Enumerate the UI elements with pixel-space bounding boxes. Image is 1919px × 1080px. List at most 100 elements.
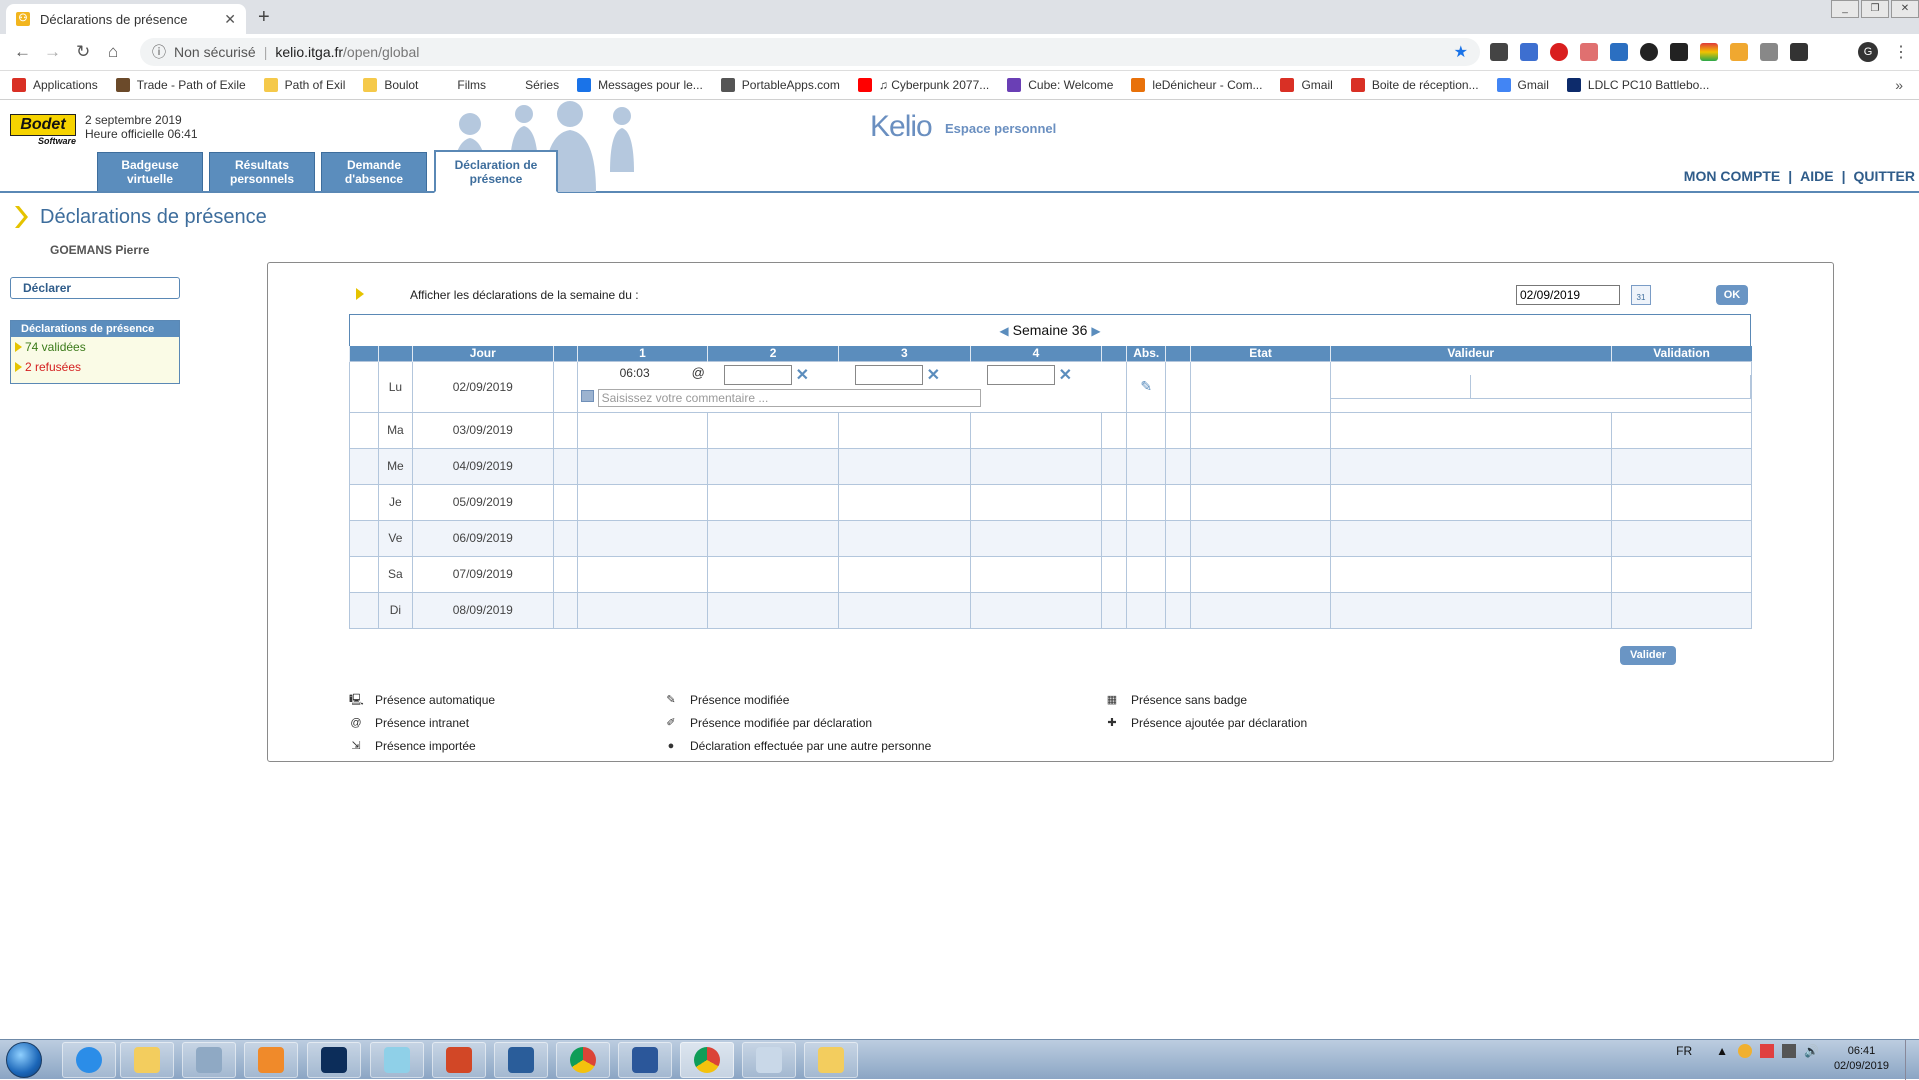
tab-declaration-presence[interactable]: Déclaration deprésence	[434, 150, 558, 193]
extension-icon[interactable]	[1700, 43, 1718, 61]
browser-tab[interactable]: ⚇ Déclarations de présence ✕	[6, 4, 246, 34]
aide-link[interactable]: AIDE	[1800, 168, 1833, 184]
extension-icon[interactable]	[1730, 43, 1748, 61]
bookmark-item[interactable]: Applications	[12, 78, 98, 92]
row-cell	[553, 520, 577, 556]
declarer-button[interactable]: Déclarer	[10, 277, 180, 299]
close-tab-icon[interactable]: ✕	[224, 11, 236, 28]
taskbar-powerpoint-icon[interactable]	[432, 1042, 486, 1078]
bookmark-item[interactable]: Boite de réception...	[1351, 78, 1479, 92]
valider-button[interactable]: Valider	[1620, 646, 1676, 665]
bookmark-item[interactable]: Films	[436, 78, 486, 92]
taskbar-paint-icon[interactable]	[742, 1042, 796, 1078]
taskbar-explorer-icon[interactable]	[120, 1042, 174, 1078]
week-date-input[interactable]	[1516, 285, 1620, 305]
table-row[interactable]: Ve06/09/2019	[350, 520, 1752, 556]
bookmark-item[interactable]: ♫ Cyberpunk 2077...	[858, 78, 989, 92]
tray-network-icon[interactable]	[1782, 1044, 1796, 1058]
extension-icon[interactable]	[1670, 43, 1688, 61]
start-button[interactable]	[6, 1042, 42, 1078]
bookmark-item[interactable]: Cube: Welcome	[1007, 78, 1113, 92]
date-cell: 03/09/2019	[412, 412, 553, 448]
minimize-button[interactable]: _	[1831, 0, 1859, 18]
table-row[interactable]: Di08/09/2019	[350, 592, 1752, 628]
taskbar-chrome-icon[interactable]	[556, 1042, 610, 1078]
table-row[interactable]: Me04/09/2019	[350, 448, 1752, 484]
info-icon[interactable]: ⓘ	[152, 42, 166, 62]
bookmark-item[interactable]: Boulot	[363, 78, 418, 92]
taskbar-app-icon[interactable]	[804, 1042, 858, 1078]
taskbar-ie-icon[interactable]	[62, 1042, 116, 1078]
forward-icon[interactable]: →	[44, 42, 61, 62]
tray-expand-icon[interactable]: ▲	[1716, 1044, 1728, 1058]
taskbar-chrome-active-icon[interactable]	[680, 1042, 734, 1078]
url-field[interactable]: ⓘ Non sécurisé | kelio.itga.fr/open/glob…	[140, 38, 1480, 66]
bookmark-item[interactable]: LDLC PC10 Battlebo...	[1567, 78, 1709, 92]
clear-time-3-icon[interactable]: ✕	[927, 365, 940, 385]
quitter-link[interactable]: QUITTER	[1854, 168, 1915, 184]
tray-volume-icon[interactable]: 🔊	[1804, 1044, 1819, 1058]
extension-icon[interactable]	[1640, 43, 1658, 61]
week-label: Semaine 36	[1013, 322, 1088, 338]
tray-flag-icon[interactable]	[1760, 1044, 1774, 1058]
next-week-icon[interactable]: ▶	[1091, 324, 1100, 338]
calendar-icon[interactable]: 31	[1631, 285, 1651, 305]
tab-demande-absence[interactable]: Demanded'absence	[321, 152, 427, 191]
bookmark-item[interactable]: Gmail	[1497, 78, 1549, 92]
time-4-input[interactable]	[987, 365, 1055, 385]
previous-week-icon[interactable]: ◀	[999, 324, 1008, 338]
mon-compte-link[interactable]: MON COMPTE	[1684, 168, 1780, 184]
profile-avatar[interactable]: G	[1858, 42, 1878, 62]
table-row[interactable]: Je05/09/2019	[350, 484, 1752, 520]
edit-pencil-icon[interactable]: ✎	[1140, 378, 1152, 394]
bookmark-item[interactable]: Séries	[504, 78, 559, 92]
extension-icon[interactable]	[1790, 43, 1808, 61]
close-window-button[interactable]: ✕	[1891, 0, 1919, 18]
taskbar-keyboard-icon[interactable]	[182, 1042, 236, 1078]
show-desktop-button[interactable]	[1905, 1040, 1919, 1080]
tab-badgeuse-virtuelle[interactable]: Badgeusevirtuelle	[97, 152, 203, 191]
taskbar-notes-icon[interactable]	[370, 1042, 424, 1078]
home-icon[interactable]: ⌂	[108, 42, 118, 62]
validated-link[interactable]: 74 validées	[11, 337, 179, 357]
tray-app-icon[interactable]	[1738, 1044, 1752, 1058]
extension-icon[interactable]	[1490, 43, 1508, 61]
bookmark-item[interactable]: PortableApps.com	[721, 78, 840, 92]
shield-icon[interactable]	[1610, 43, 1628, 61]
new-tab-button[interactable]: +	[258, 6, 270, 29]
ok-button[interactable]: OK	[1716, 285, 1748, 305]
bookmark-item[interactable]: Path of Exil	[264, 78, 346, 92]
browser-menu-icon[interactable]: ⋮	[1893, 42, 1909, 62]
tab-resultats-personnels[interactable]: Résultatspersonnels	[209, 152, 315, 191]
bookmark-item[interactable]: Trade - Path of Exile	[116, 78, 246, 92]
extension-icon[interactable]	[1580, 43, 1598, 61]
maximize-button[interactable]: ❐	[1861, 0, 1889, 18]
time-2-input[interactable]	[724, 365, 792, 385]
bookmarks-overflow-icon[interactable]: »	[1895, 77, 1903, 93]
taskbar-media-icon[interactable]	[244, 1042, 298, 1078]
extension-icon[interactable]	[1520, 43, 1538, 61]
extension-icon[interactable]	[1760, 43, 1778, 61]
table-row[interactable]: Sa07/09/2019	[350, 556, 1752, 592]
back-icon[interactable]: ←	[14, 42, 31, 62]
refused-link[interactable]: 2 refusées	[11, 357, 179, 377]
taskbar-word-icon[interactable]	[618, 1042, 672, 1078]
taskbar-terminal-icon[interactable]	[307, 1042, 361, 1078]
bookmark-item[interactable]: Messages pour le...	[577, 78, 703, 92]
at-icon: @	[349, 717, 363, 729]
bookmark-item[interactable]: Gmail	[1280, 78, 1332, 92]
clear-time-2-icon[interactable]: ✕	[796, 365, 809, 385]
bookmark-label: Boulot	[384, 78, 418, 92]
language-indicator[interactable]: FR	[1676, 1044, 1692, 1058]
opera-icon[interactable]	[1550, 43, 1568, 61]
taskbar-clock[interactable]: 06:41 02/09/2019	[1834, 1044, 1889, 1074]
bookmark-star-icon[interactable]: ★	[1454, 42, 1468, 62]
clear-time-4-icon[interactable]: ✕	[1059, 365, 1072, 385]
comment-input[interactable]: Saisissez votre commentaire ...	[598, 389, 981, 407]
time-3-input[interactable]	[855, 365, 923, 385]
tab-label-line: Déclaration de	[455, 158, 538, 172]
taskbar-tool-icon[interactable]	[494, 1042, 548, 1078]
table-row[interactable]: Ma03/09/2019	[350, 412, 1752, 448]
reload-icon[interactable]: ↻	[76, 42, 90, 62]
bookmark-item[interactable]: leDénicheur - Com...	[1131, 78, 1262, 92]
